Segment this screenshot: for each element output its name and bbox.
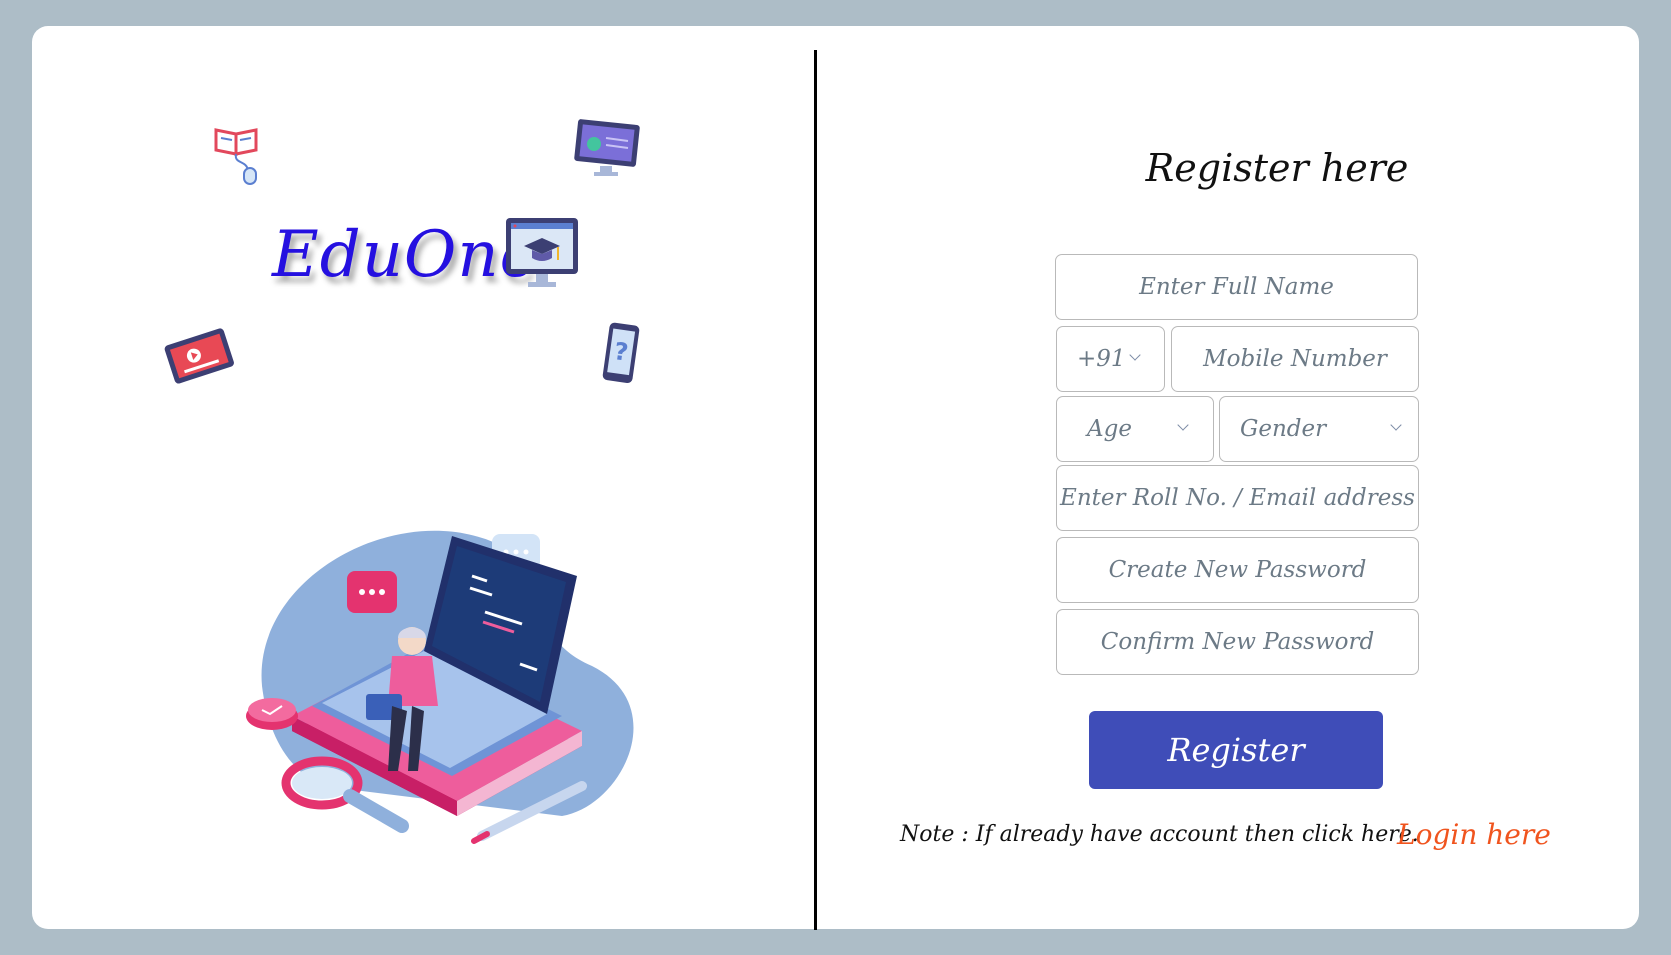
brand-logo-text: EduOne	[272, 218, 539, 292]
phone-question-icon: ?	[602, 322, 640, 384]
vertical-divider	[814, 50, 817, 930]
create-password-placeholder: Create New Password	[1108, 557, 1367, 583]
gender-select[interactable]: Gender	[1219, 396, 1419, 462]
monitor-chart-icon	[574, 119, 640, 176]
mobile-number-input[interactable]: Mobile Number	[1171, 326, 1419, 392]
chevron-down-icon	[1129, 349, 1141, 361]
create-password-input[interactable]: Create New Password	[1056, 537, 1419, 603]
login-link[interactable]: Login here	[1397, 818, 1551, 851]
age-placeholder: Age	[1087, 416, 1132, 442]
chevron-down-icon	[1390, 419, 1402, 431]
confirm-password-placeholder: Confirm New Password	[1100, 629, 1375, 655]
video-tablet-icon	[164, 328, 234, 384]
chevron-down-icon	[1177, 419, 1189, 431]
country-code-select[interactable]: +91	[1056, 326, 1165, 392]
account-note: Note : If already have account then clic…	[900, 822, 1419, 847]
book-mouse-icon	[214, 128, 258, 185]
age-select[interactable]: Age	[1056, 396, 1214, 462]
country-code-value: +91	[1077, 346, 1126, 372]
confirm-password-input[interactable]: Confirm New Password	[1056, 609, 1419, 675]
page-title: Register here	[1145, 146, 1409, 190]
roll-email-input[interactable]: Enter Roll No. / Email address	[1056, 465, 1419, 531]
full-name-placeholder: Enter Full Name	[1139, 274, 1334, 300]
roll-email-placeholder: Enter Roll No. / Email address	[1060, 485, 1415, 511]
student-laptop-illustration	[246, 530, 634, 844]
mobile-number-placeholder: Mobile Number	[1203, 346, 1387, 372]
gender-placeholder: Gender	[1240, 416, 1327, 442]
register-button[interactable]: Register	[1089, 711, 1383, 789]
register-card: EduOne ? Register here Enter Full Name +…	[32, 26, 1639, 930]
full-name-input[interactable]: Enter Full Name	[1055, 254, 1418, 320]
graduation-monitor-icon	[506, 218, 578, 287]
